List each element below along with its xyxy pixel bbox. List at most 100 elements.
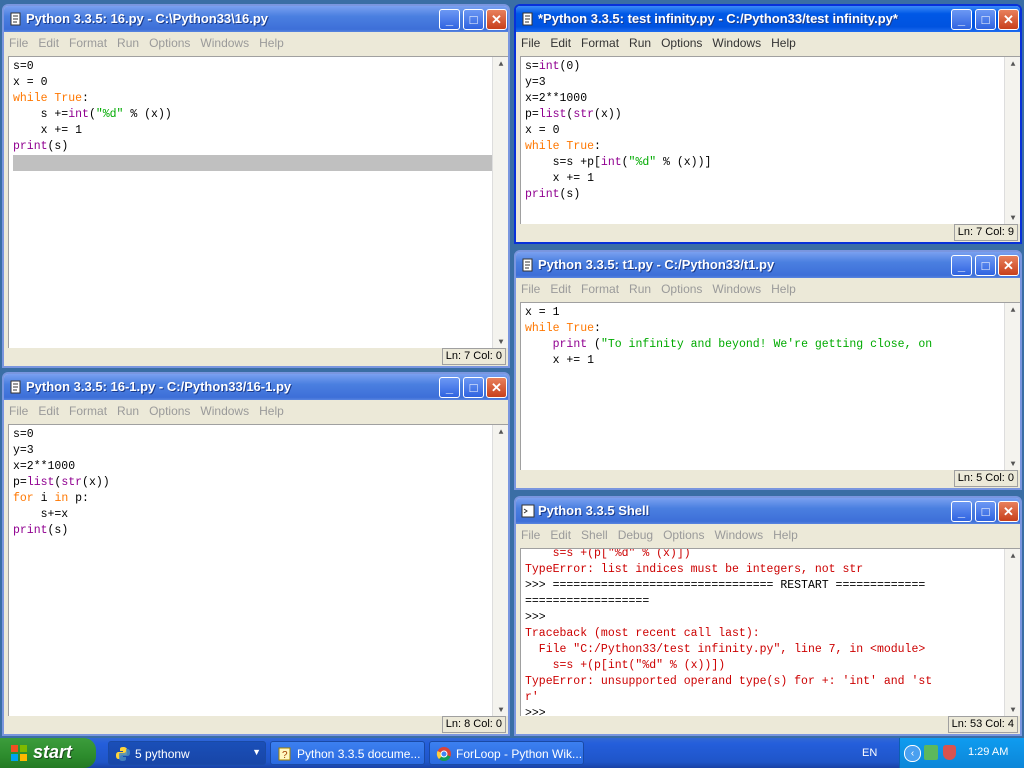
menu-file[interactable]: File — [516, 278, 545, 296]
taskbar-item-pythonw[interactable]: 5 pythonw ▼ — [108, 741, 266, 765]
menu-format[interactable]: Format — [64, 32, 112, 50]
vertical-scrollbar[interactable]: ▲ ▼ — [1004, 57, 1020, 227]
vertical-scrollbar[interactable]: ▲ ▼ — [1004, 549, 1020, 719]
maximize-button[interactable]: □ — [975, 501, 996, 522]
taskbar-item-forloop-browser[interactable]: ForLoop - Python Wik... — [429, 741, 584, 765]
close-button[interactable]: ✕ — [998, 255, 1019, 276]
code-token: >>> ================================ RES… — [525, 579, 926, 592]
menu-format[interactable]: Format — [576, 32, 624, 50]
scroll-up-icon[interactable]: ▲ — [1005, 303, 1020, 319]
code-line: s +=int("%d" % (x)) — [13, 107, 493, 123]
close-button[interactable]: ✕ — [998, 9, 1019, 30]
code-editor[interactable]: s=int(0) y=3 x=2**1000 p=list(str(x)) x = 0w… — [520, 56, 1020, 228]
minimize-button[interactable]: _ — [951, 501, 972, 522]
menu-edit[interactable]: Edit — [33, 32, 64, 50]
maximize-button[interactable]: □ — [975, 255, 996, 276]
close-button[interactable]: ✕ — [486, 377, 507, 398]
close-button[interactable]: ✕ — [998, 501, 1019, 522]
tray-expand-icon[interactable]: ‹ — [904, 745, 921, 762]
scroll-up-icon[interactable]: ▲ — [493, 425, 508, 441]
code-token: p= — [525, 108, 539, 121]
taskbar-item-python-docs[interactable]: ? Python 3.3.5 docume... — [270, 741, 425, 765]
maximize-button[interactable]: □ — [463, 377, 484, 398]
code-line: s+=x — [13, 507, 493, 523]
window-16-1-py[interactable]: Python 3.3.5: 16-1.py - C:/Python33/16-1… — [2, 372, 510, 736]
start-button[interactable]: start — [0, 738, 96, 768]
shield-icon[interactable] — [943, 745, 956, 760]
titlebar[interactable]: Python 3.3.5: t1.py - C:/Python33/t1.py … — [516, 252, 1020, 278]
menu-windows[interactable]: Windows — [707, 32, 766, 50]
clock[interactable]: 1:29 AM — [968, 746, 1008, 758]
code-token: p: — [68, 492, 89, 505]
menu-edit[interactable]: Edit — [545, 32, 576, 50]
menu-file[interactable]: File — [516, 524, 545, 542]
menu-edit[interactable]: Edit — [33, 400, 64, 418]
code-line: s=s +(p[int("%d" % (x))]) — [525, 658, 1005, 674]
menu-format[interactable]: Format — [64, 400, 112, 418]
menu-windows[interactable]: Windows — [195, 400, 254, 418]
menu-help[interactable]: Help — [766, 278, 801, 296]
scroll-up-icon[interactable]: ▲ — [493, 57, 508, 73]
menu-options[interactable]: Options — [658, 524, 709, 542]
minimize-button[interactable]: _ — [439, 9, 460, 30]
menu-run[interactable]: Run — [624, 278, 656, 296]
maximize-button[interactable]: □ — [463, 9, 484, 30]
menu-help[interactable]: Help — [254, 32, 289, 50]
window-16-py[interactable]: Python 3.3.5: 16.py - C:\Python33\16.py … — [2, 4, 510, 368]
menu-windows[interactable]: Windows — [709, 524, 768, 542]
titlebar[interactable]: Python 3.3.5 Shell _ □ ✕ — [516, 498, 1020, 524]
titlebar[interactable]: Python 3.3.5: 16.py - C:\Python33\16.py … — [4, 6, 508, 32]
code-line: print(s) — [13, 523, 493, 539]
window-t1-py[interactable]: Python 3.3.5: t1.py - C:/Python33/t1.py … — [514, 250, 1022, 490]
menu-help[interactable]: Help — [768, 524, 803, 542]
titlebar[interactable]: Python 3.3.5: 16-1.py - C:/Python33/16-1… — [4, 374, 508, 400]
vertical-scrollbar[interactable]: ▲ ▼ — [492, 425, 508, 719]
maximize-icon: □ — [981, 504, 990, 519]
maximize-button[interactable]: □ — [975, 9, 996, 30]
code-editor[interactable]: s=0 x = 0 while True: s +=int("%d" % (x)) … — [8, 56, 508, 352]
vertical-scrollbar[interactable]: ▲ ▼ — [1004, 303, 1020, 473]
menu-format[interactable]: Format — [576, 278, 624, 296]
chevron-down-icon[interactable]: ▼ — [252, 747, 261, 757]
menu-options[interactable]: Options — [144, 32, 195, 50]
network-icon[interactable] — [924, 745, 938, 760]
menu-debug[interactable]: Debug — [613, 524, 658, 542]
close-button[interactable]: ✕ — [486, 9, 507, 30]
minimize-button[interactable]: _ — [951, 9, 972, 30]
code-editor[interactable]: s=0 y=3 x=2**1000 p=list(str(x)) for i in p:… — [8, 424, 508, 720]
menu-run[interactable]: Run — [624, 32, 656, 50]
code-line: >>> — [525, 610, 1005, 626]
menu-file[interactable]: File — [516, 32, 545, 50]
menu-windows[interactable]: Windows — [707, 278, 766, 296]
menu-file[interactable]: File — [4, 400, 33, 418]
menu-options[interactable]: Options — [656, 278, 707, 296]
menu-options[interactable]: Options — [144, 400, 195, 418]
code-token: i — [33, 492, 55, 505]
scroll-up-icon[interactable]: ▲ — [1005, 57, 1020, 73]
vertical-scrollbar[interactable]: ▲ ▼ — [492, 57, 508, 351]
scroll-up-icon[interactable]: ▲ — [1005, 549, 1020, 565]
code-token: while — [525, 322, 560, 335]
language-indicator[interactable]: EN — [862, 747, 877, 759]
menu-edit[interactable]: Edit — [545, 278, 576, 296]
menu-help[interactable]: Help — [254, 400, 289, 418]
minimize-button[interactable]: _ — [951, 255, 972, 276]
code-token: print — [13, 140, 48, 153]
minimize-button[interactable]: _ — [439, 377, 460, 398]
menu-help[interactable]: Help — [766, 32, 801, 50]
shell-output[interactable]: s=s +(p["%d" % (x)]) TypeError: list indi… — [520, 548, 1020, 720]
titlebar[interactable]: *Python 3.3.5: test infinity.py - C:/Pyt… — [516, 6, 1020, 32]
menu-options[interactable]: Options — [656, 32, 707, 50]
menu-edit[interactable]: Edit — [545, 524, 576, 542]
code-token: x = 0 — [525, 124, 560, 137]
menu-shell[interactable]: Shell — [576, 524, 613, 542]
menu-file[interactable]: File — [4, 32, 33, 50]
menu-run[interactable]: Run — [112, 400, 144, 418]
menu-run[interactable]: Run — [112, 32, 144, 50]
menubar: File Edit Format Run Options Windows Help — [516, 32, 1020, 54]
window-test-infinity-py[interactable]: *Python 3.3.5: test infinity.py - C:/Pyt… — [514, 4, 1022, 244]
maximize-icon: □ — [981, 258, 990, 273]
code-editor[interactable]: x = 1 while True: print ("To infinity and… — [520, 302, 1020, 474]
menu-windows[interactable]: Windows — [195, 32, 254, 50]
window-python-shell[interactable]: Python 3.3.5 Shell _ □ ✕ File Edit Shell De… — [514, 496, 1022, 736]
